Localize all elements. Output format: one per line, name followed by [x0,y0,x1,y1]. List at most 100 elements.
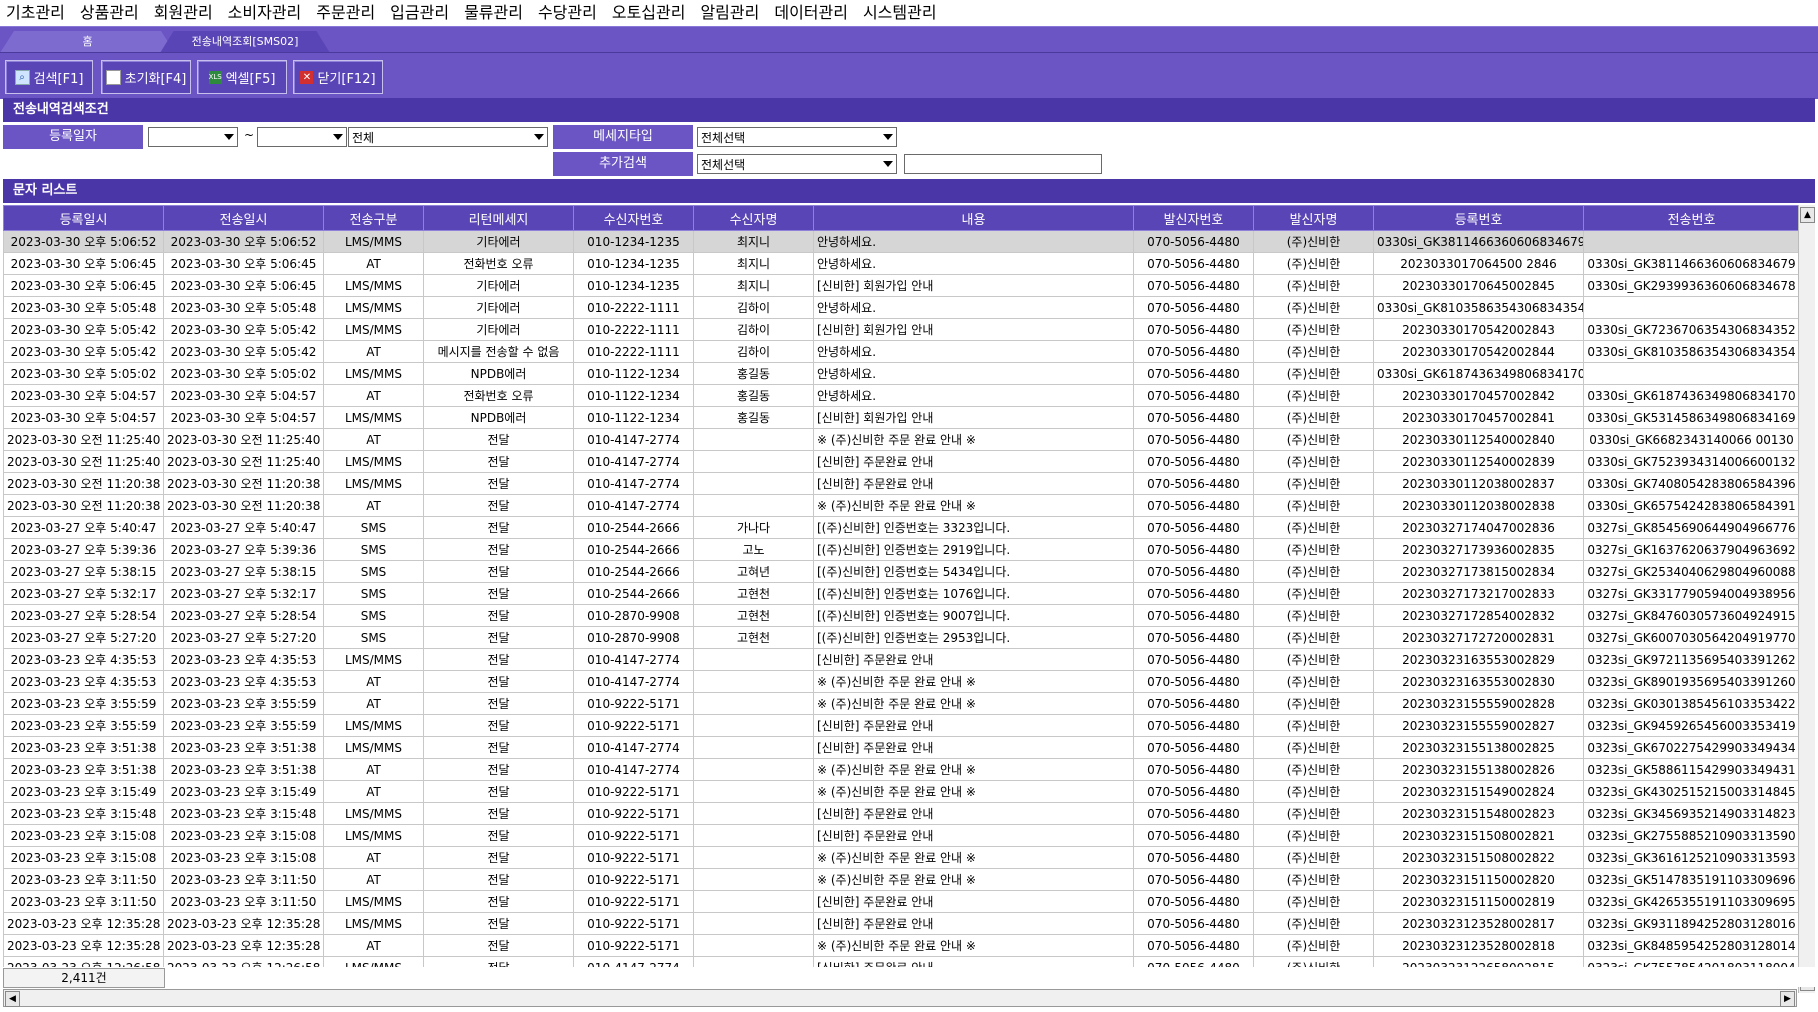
table-cell: ※ (주)신비한 주문 완료 안내 ※ [813,758,1134,781]
table-row[interactable]: 2023-03-23 오후 4:35:53 2023-03-23 오후 4:35:… [3,670,1800,693]
menu-item-9[interactable]: 알림관리 [694,0,768,26]
table-cell: 20230330112540002839 [1373,450,1584,473]
table-cell: 20230327173217002833 [1373,582,1584,605]
close-button[interactable]: ✕ 닫기[F12] [293,60,383,94]
table-row[interactable]: 2023-03-23 오후 3:55:59 2023-03-23 오후 3:55:… [3,714,1800,737]
scroll-left-icon[interactable]: ◀ [5,991,20,1007]
menu-item-7[interactable]: 수당관리 [532,0,606,26]
table-cell: 010-1234-1235 [573,252,694,275]
table-cell: 010-9222-5171 [573,912,694,935]
table-row[interactable]: 2023-03-30 오후 5:05:48 2023-03-30 오후 5:05:… [3,296,1800,319]
search-button[interactable]: ⌕ 검색[F1] [5,60,93,94]
vertical-scrollbar[interactable]: ▲ ▼ [1798,205,1815,993]
table-cell: 0330si_GK7236706354306834352 [1583,318,1800,341]
table-cell: 20230330170645002845 [1373,274,1584,297]
table-row[interactable]: 2023-03-30 오후 5:06:45 2023-03-30 오후 5:06:… [3,252,1800,275]
table-row[interactable]: 2023-03-23 오후 3:51:38 2023-03-23 오후 3:51:… [3,736,1800,759]
table-row[interactable]: 2023-03-30 오전 11:25:40 2023-03-30 오전 11:2… [3,450,1800,473]
table-cell: 070-5056-4480 [1133,362,1254,385]
column-header-8[interactable]: 발신자명 [1253,205,1374,231]
excel-button[interactable]: XLS 엑셀[F5] [197,60,287,94]
table-row[interactable]: 2023-03-30 오전 11:20:38 2023-03-30 오전 11:2… [3,494,1800,517]
table-cell: [(주)신비한] 인증번호는 5434입니다. [813,560,1134,583]
table-cell: 기타에러 [423,230,574,253]
table-row[interactable]: 2023-03-30 오후 5:04:57 2023-03-30 오후 5:04:… [3,406,1800,429]
table-row[interactable]: 2023-03-23 오후 12:35:28 2023-03-23 오후 12:3… [3,934,1800,957]
table-row[interactable]: 2023-03-27 오후 5:40:47 2023-03-27 오후 5:40:… [3,516,1800,539]
table-cell: 2023-03-23 오후 12:35:28 [3,912,164,935]
table-row[interactable]: 2023-03-23 오후 3:11:50 2023-03-23 오후 3:11:… [3,890,1800,913]
menu-item-8[interactable]: 오토십관리 [606,0,695,26]
table-cell: 0323si_GK8901935695403391260 [1583,670,1800,693]
table-cell: 010-2222-1111 [573,340,694,363]
menu-item-0[interactable]: 기초관리 [0,0,74,26]
table-row[interactable]: 2023-03-30 오후 5:06:52 2023-03-30 오후 5:06:… [3,230,1800,253]
table-cell: 고노 [693,538,814,561]
column-header-4[interactable]: 수신자번호 [573,205,694,231]
table-row[interactable]: 2023-03-23 오후 3:15:08 2023-03-23 오후 3:15:… [3,846,1800,869]
menu-item-5[interactable]: 입금관리 [384,0,458,26]
table-row[interactable]: 2023-03-27 오후 5:28:54 2023-03-27 오후 5:28:… [3,604,1800,627]
table-cell: 홍길동 [693,384,814,407]
date-to-select[interactable] [257,127,347,147]
table-row[interactable]: 2023-03-30 오후 5:05:02 2023-03-30 오후 5:05:… [3,362,1800,385]
table-cell: 20230327172854002832 [1373,604,1584,627]
menu-item-6[interactable]: 물류관리 [458,0,532,26]
table-cell [693,736,814,759]
table-cell: 010-9222-5171 [573,890,694,913]
column-header-0[interactable]: 등록일시 [3,205,164,231]
table-row[interactable]: 2023-03-27 오후 5:27:20 2023-03-27 오후 5:27:… [3,626,1800,649]
column-header-6[interactable]: 내용 [813,205,1134,231]
table-row[interactable]: 2023-03-23 오후 4:35:53 2023-03-23 오후 4:35:… [3,648,1800,671]
table-cell: 2023-03-30 오후 5:05:42 [163,340,324,363]
table-row[interactable]: 2023-03-27 오후 5:39:36 2023-03-27 오후 5:39:… [3,538,1800,561]
table-cell: 전달 [423,714,574,737]
table-cell: 070-5056-4480 [1133,670,1254,693]
status-select[interactable]: 전체 [348,127,548,147]
column-header-5[interactable]: 수신자명 [693,205,814,231]
tab-sms02[interactable]: 전송내역조회[SMS02] [160,31,330,53]
table-row[interactable]: 2023-03-23 오후 3:55:59 2023-03-23 오후 3:55:… [3,692,1800,715]
table-row[interactable]: 2023-03-30 오전 11:20:38 2023-03-30 오전 11:2… [3,472,1800,495]
date-from-select[interactable] [148,127,238,147]
table-cell: 070-5056-4480 [1133,252,1254,275]
menu-item-2[interactable]: 회원관리 [148,0,222,26]
scroll-up-icon[interactable]: ▲ [1800,207,1815,223]
table-row[interactable]: 2023-03-30 오전 11:25:40 2023-03-30 오전 11:2… [3,428,1800,451]
menu-item-3[interactable]: 소비자관리 [222,0,311,26]
extra-search-input[interactable] [904,154,1102,174]
column-header-2[interactable]: 전송구분 [323,205,424,231]
table-row[interactable]: 2023-03-30 오후 5:05:42 2023-03-30 오후 5:05:… [3,340,1800,363]
table-row[interactable]: 2023-03-23 오후 3:15:49 2023-03-23 오후 3:15:… [3,780,1800,803]
menu-item-4[interactable]: 주문관리 [310,0,384,26]
column-header-7[interactable]: 발신자번호 [1133,205,1254,231]
menu-item-10[interactable]: 데이터관리 [768,0,857,26]
table-row[interactable]: 2023-03-23 오후 12:35:28 2023-03-23 오후 12:3… [3,912,1800,935]
horizontal-scrollbar[interactable]: ◀ ▶ [3,989,1797,1007]
table-row[interactable]: 2023-03-30 오후 5:06:45 2023-03-30 오후 5:06:… [3,274,1800,297]
column-header-10[interactable]: 전송번호 [1583,205,1800,231]
table-cell: (주)신비한 [1253,516,1374,539]
msg-type-select[interactable]: 전체선택 [697,127,897,147]
reset-button[interactable]: 초기화[F4] [101,60,191,94]
menu-item-11[interactable]: 시스템관리 [857,0,946,26]
menu-item-1[interactable]: 상품관리 [74,0,148,26]
table-row[interactable]: 2023-03-23 오후 3:15:08 2023-03-23 오후 3:15:… [3,824,1800,847]
table-row[interactable]: 2023-03-23 오후 3:15:48 2023-03-23 오후 3:15:… [3,802,1800,825]
table-cell: 메시지를 전송할 수 없음 [423,340,574,363]
table-row[interactable]: 2023-03-27 오후 5:38:15 2023-03-27 오후 5:38:… [3,560,1800,583]
table-row[interactable]: 2023-03-30 오후 5:04:57 2023-03-30 오후 5:04:… [3,384,1800,407]
table-row[interactable]: 2023-03-23 오후 3:11:50 2023-03-23 오후 3:11:… [3,868,1800,891]
column-header-1[interactable]: 전송일시 [163,205,324,231]
scroll-right-icon[interactable]: ▶ [1780,991,1795,1007]
table-cell: 2023-03-23 오후 4:35:53 [163,648,324,671]
column-header-9[interactable]: 등록번호 [1373,205,1584,231]
tab-home[interactable]: 홈 [0,31,175,53]
table-row[interactable]: 2023-03-30 오후 5:05:42 2023-03-30 오후 5:05:… [3,318,1800,341]
table-row[interactable]: 2023-03-23 오후 3:51:38 2023-03-23 오후 3:51:… [3,758,1800,781]
table-cell [693,428,814,451]
extra-search-select[interactable]: 전체선택 [697,154,897,174]
table-row[interactable]: 2023-03-27 오후 5:32:17 2023-03-27 오후 5:32:… [3,582,1800,605]
column-header-3[interactable]: 리턴메세지 [423,205,574,231]
table-cell: 전달 [423,846,574,869]
